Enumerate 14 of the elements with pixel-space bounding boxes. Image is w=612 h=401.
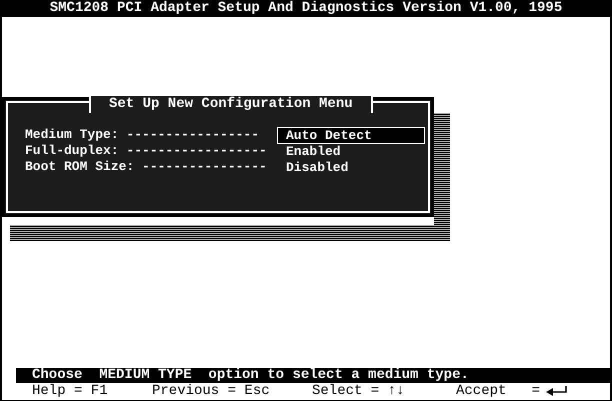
option-label: Full-duplex: ------------------ bbox=[25, 143, 268, 159]
key-hint: Accept = bbox=[456, 383, 540, 399]
option-label: Medium Type: ----------------- bbox=[25, 127, 260, 143]
status-message: Choose MEDIUM TYPE option to select a medium type. bbox=[16, 368, 610, 383]
key-hint: Help = F1 bbox=[32, 383, 108, 399]
window-title: SMC1208 PCI Adapter Setup And Diagnostics Version V1.00, 1995 bbox=[2, 0, 610, 17]
enter-key-icon bbox=[546, 386, 568, 396]
option-value[interactable]: Enabled bbox=[277, 142, 425, 160]
dialog-title: Set Up New Configuration Menu bbox=[89, 96, 373, 113]
option-value[interactable]: Disabled bbox=[277, 158, 425, 176]
key-hint: Select = ↑↓ bbox=[312, 383, 404, 399]
key-hint: Previous = Esc bbox=[152, 383, 270, 399]
option-value[interactable]: Auto Detect bbox=[277, 126, 425, 144]
option-label: Boot ROM Size: ---------------- bbox=[25, 159, 268, 175]
